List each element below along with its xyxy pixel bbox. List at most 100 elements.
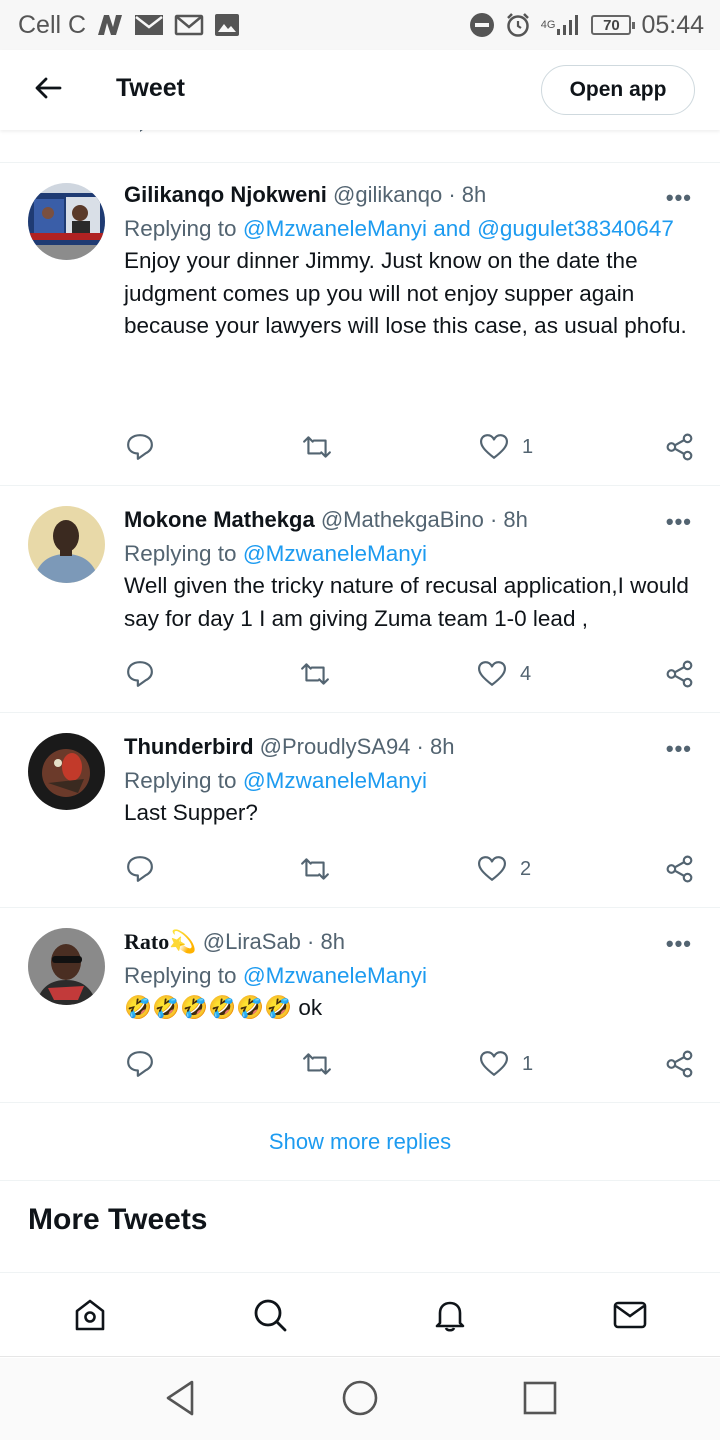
status-bar-left: Cell C	[18, 11, 240, 40]
share-icon	[666, 1050, 693, 1078]
share-button[interactable]	[666, 1050, 694, 1078]
gmail-icon	[174, 13, 204, 37]
reply-icon	[127, 1051, 153, 1077]
reply-icon	[127, 856, 153, 882]
nav-home-button[interactable]	[70, 1295, 110, 1335]
reply-button[interactable]	[126, 855, 154, 883]
nav-messages-button[interactable]	[610, 1295, 650, 1335]
retweet-button[interactable]	[302, 1050, 332, 1078]
nav-search-button[interactable]	[250, 1295, 290, 1335]
reply-tweet[interactable]: ••• Gilikanqo Njokweni @gilikanqo · 8h R…	[0, 163, 720, 486]
retweet-icon	[301, 663, 329, 685]
like-button[interactable]: 1	[480, 1050, 533, 1078]
heart-icon	[480, 434, 508, 459]
retweet-icon	[301, 858, 329, 880]
avatar[interactable]	[28, 183, 105, 260]
replying-to-label: Replying to	[124, 541, 237, 566]
display-name[interactable]: Thunderbird	[124, 734, 254, 759]
avatar[interactable]	[28, 506, 105, 583]
replying-to-label: Replying to	[124, 216, 237, 241]
reply-button[interactable]	[126, 433, 154, 461]
system-recents-button[interactable]	[520, 1378, 560, 1418]
display-name[interactable]: Mokone Mathekga	[124, 507, 315, 532]
tweet-meta: Thunderbird @ProudlySA94 · 8h	[124, 733, 692, 761]
signal-icon: 4G	[541, 14, 582, 36]
mention-link[interactable]: @MzwaneleManyi	[243, 963, 427, 988]
mention-and: and	[433, 216, 471, 241]
tweet-content: Rato💫 @LiraSab · 8h Replying to @Mzwanel…	[124, 928, 692, 1025]
tweet-time[interactable]: · 8h	[417, 734, 455, 759]
tweet-time[interactable]: · 8h	[307, 929, 345, 954]
heart-icon	[480, 1051, 508, 1076]
sparkle-emoji: 💫	[169, 929, 197, 954]
tweet-text: Last Supper?	[124, 800, 258, 825]
tweet-actions: 2	[124, 855, 694, 887]
retweet-button[interactable]	[302, 433, 332, 461]
heart-icon	[478, 856, 506, 881]
more-tweets-heading: More Tweets	[28, 1203, 208, 1236]
user-handle[interactable]: @ProudlySA94	[260, 734, 411, 759]
user-handle[interactable]: @LiraSab	[203, 929, 301, 954]
retweet-icon	[303, 1053, 331, 1075]
status-bar: Cell C 4G 70 05:44	[0, 0, 720, 50]
open-app-button[interactable]: Open app	[541, 65, 695, 115]
status-time: 05:44	[641, 10, 704, 39]
replying-to: Replying to @MzwaneleManyi	[124, 960, 692, 992]
gallery-icon	[214, 13, 240, 37]
back-icon	[166, 1380, 194, 1416]
avatar[interactable]	[28, 928, 105, 1005]
reply-button[interactable]	[126, 660, 154, 688]
user-handle[interactable]: @gilikanqo	[333, 182, 442, 207]
like-button[interactable]: 4	[478, 660, 531, 688]
mention-link[interactable]: @MzwaneleManyi	[243, 541, 427, 566]
home-circle-icon	[342, 1380, 378, 1416]
user-handle[interactable]: @MathekgaBino	[321, 507, 484, 532]
tweet-actions: 4	[124, 660, 694, 692]
reply-tweet[interactable]: ••• Rato💫 @LiraSab · 8h Replying to @Mzw…	[0, 909, 720, 1103]
retweet-button[interactable]	[300, 660, 330, 688]
like-button[interactable]: 2	[478, 855, 531, 883]
battery-icon: 70	[591, 15, 636, 35]
tweet-time[interactable]: · 8h	[490, 507, 528, 532]
tweet-meta: Rato💫 @LiraSab · 8h	[124, 928, 692, 956]
tweet-content: Mokone Mathekga @MathekgaBino · 8h Reply…	[124, 506, 692, 635]
reply-button[interactable]	[126, 1050, 154, 1078]
replying-to-label: Replying to	[124, 768, 237, 793]
notifications-icon	[435, 1301, 465, 1332]
alarm-icon	[505, 12, 531, 38]
share-button[interactable]	[666, 433, 694, 461]
tweet-text: 🤣🤣🤣🤣🤣🤣 ok	[124, 995, 323, 1020]
system-home-button[interactable]	[340, 1378, 380, 1418]
display-name[interactable]: Gilikanqo Njokweni	[124, 182, 327, 207]
messages-icon	[613, 1301, 647, 1329]
back-button[interactable]	[30, 72, 66, 108]
nav-notifications-button[interactable]	[430, 1295, 470, 1335]
tweet-time[interactable]: · 8h	[448, 182, 486, 207]
reply-tweet[interactable]: ••• Mokone Mathekga @MathekgaBino · 8h R…	[0, 487, 720, 713]
mention-link[interactable]: @MzwaneleManyi	[243, 768, 427, 793]
arrow-left-icon	[34, 76, 62, 105]
mention-link[interactable]: @gugulet38340647	[477, 216, 674, 241]
heart-icon	[478, 661, 506, 686]
reply-tweet[interactable]: ••• Thunderbird @ProudlySA94 · 8h Replyi…	[0, 714, 720, 908]
reply-icon	[127, 661, 153, 687]
like-button[interactable]: 1	[480, 433, 533, 461]
display-name[interactable]: Rato	[124, 929, 169, 954]
retweet-icon	[303, 436, 331, 458]
share-button[interactable]	[666, 855, 694, 883]
system-back-button[interactable]	[160, 1378, 200, 1418]
replying-to-label: Replying to	[124, 963, 237, 988]
tweet-meta: Gilikanqo Njokweni @gilikanqo · 8h	[124, 181, 692, 209]
share-button[interactable]	[666, 660, 694, 688]
message-icon	[134, 13, 164, 37]
tweet-text: Enjoy your dinner Jimmy. Just know on th…	[124, 248, 687, 338]
retweet-button[interactable]	[300, 855, 330, 883]
top-app-bar: Tweet Open app	[0, 50, 720, 130]
tweet-meta: Mokone Mathekga @MathekgaBino · 8h	[124, 506, 692, 534]
mention-link[interactable]: @MzwaneleManyi	[243, 216, 427, 241]
page-title: Tweet	[116, 74, 185, 102]
like-count: 1	[522, 435, 534, 458]
avatar[interactable]	[28, 733, 105, 810]
show-more-replies-button[interactable]: Show more replies	[0, 1103, 720, 1181]
tweet-actions: 1	[124, 433, 694, 465]
